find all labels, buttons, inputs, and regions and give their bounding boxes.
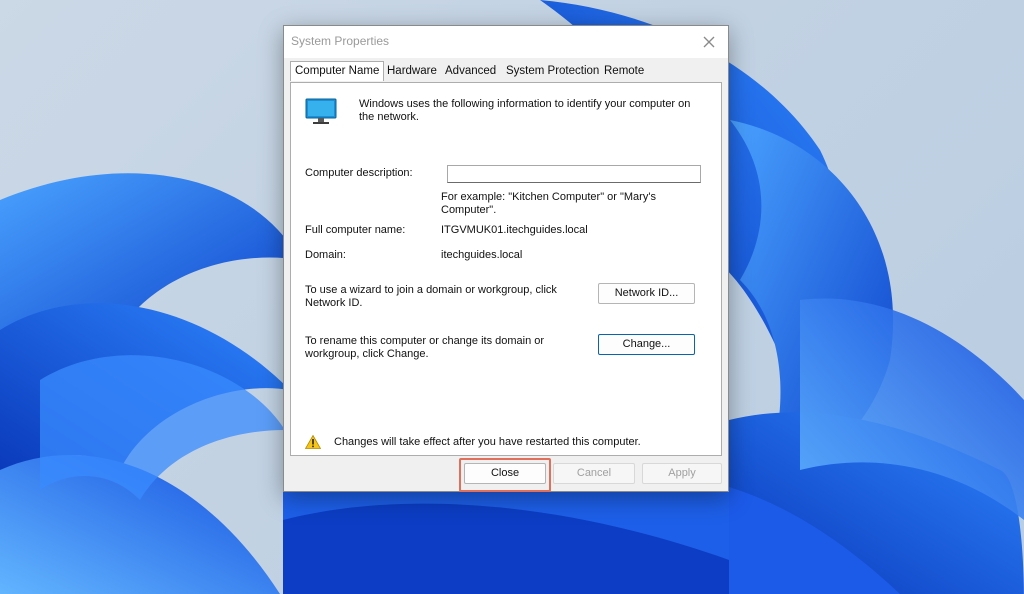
tab-computer-name[interactable]: Computer Name — [290, 61, 385, 81]
system-properties-dialog: System Properties Computer Name Hardware… — [283, 25, 729, 492]
full-name-value: ITGVMUK01.itechguides.local — [441, 224, 588, 236]
tab-strip: Computer Name Hardware Advanced System P… — [290, 61, 724, 83]
example-text-line1: For example: "Kitchen Computer" or "Mary… — [441, 191, 656, 203]
close-icon[interactable] — [698, 31, 720, 53]
intro-text-line2: the network. — [359, 111, 419, 123]
warning-icon — [305, 435, 321, 449]
wizard-text-line2: Network ID. — [305, 297, 363, 309]
domain-value: itechguides.local — [441, 249, 523, 261]
change-button[interactable]: Change... — [598, 334, 695, 355]
desktop: System Properties Computer Name Hardware… — [0, 0, 1024, 594]
restart-warning-text: Changes will take effect after you have … — [334, 436, 641, 448]
rename-text-line2: workgroup, click Change. — [305, 348, 429, 360]
full-name-label: Full computer name: — [305, 224, 406, 236]
cancel-button[interactable]: Cancel — [553, 463, 635, 484]
intro-text-line1: Windows uses the following information t… — [359, 98, 691, 110]
apply-button[interactable]: Apply — [642, 463, 722, 484]
example-text-line2: Computer". — [441, 204, 497, 216]
tab-advanced[interactable]: Advanced — [445, 65, 496, 77]
network-id-button[interactable]: Network ID... — [598, 283, 695, 304]
computer-name-panel: Windows uses the following information t… — [290, 82, 722, 456]
tab-hardware[interactable]: Hardware — [387, 65, 437, 77]
rename-text-line1: To rename this computer or change its do… — [305, 335, 545, 347]
monitor-icon — [305, 98, 337, 124]
description-label: Computer description: — [305, 167, 413, 179]
title-bar: System Properties — [284, 26, 728, 58]
wizard-text-line1: To use a wizard to join a domain or work… — [305, 284, 557, 296]
tab-system-protection[interactable]: System Protection — [506, 65, 599, 77]
dialog-title: System Properties — [291, 34, 390, 48]
domain-label: Domain: — [305, 249, 346, 261]
tab-remote[interactable]: Remote — [604, 65, 644, 77]
computer-description-input[interactable] — [447, 165, 701, 183]
close-button[interactable]: Close — [464, 463, 546, 484]
